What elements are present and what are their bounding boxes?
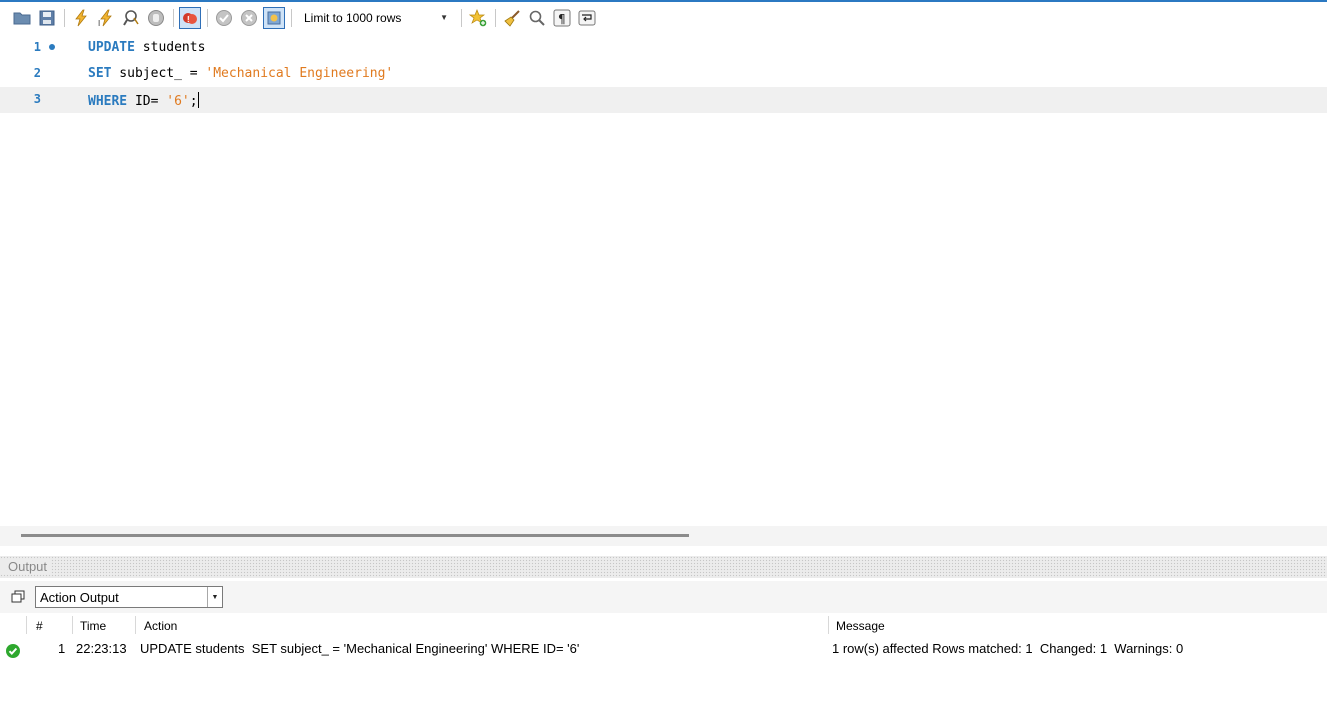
grid-header: # Time Action Message <box>0 614 1327 636</box>
column-divider <box>135 616 136 634</box>
output-type-select[interactable]: Action Output ▼ <box>35 586 223 608</box>
chevron-down-icon[interactable]: ▼ <box>207 587 222 607</box>
svg-text:I: I <box>98 19 100 27</box>
success-check-icon <box>6 644 20 658</box>
row-time: 22:23:13 <box>76 641 127 656</box>
copy-window-icon[interactable] <box>10 590 26 607</box>
beautify-broom-icon[interactable] <box>501 7 523 29</box>
column-divider <box>26 616 27 634</box>
row-message: 1 row(s) affected Rows matched: 1 Change… <box>832 641 1184 656</box>
sql-editor-toolbar: I ! Limit to 1000 rows ▼ ¶ <box>0 2 1327 33</box>
code-text: SET subject_ = 'Mechanical Engineering' <box>88 66 393 81</box>
toggle-stop-on-error-icon[interactable]: ! <box>179 6 201 29</box>
commit-icon[interactable] <box>213 7 235 29</box>
editor-line-current[interactable]: 3 WHERE ID= '6'; <box>0 87 1327 113</box>
toolbar-separator <box>207 8 208 27</box>
execute-current-lightning-icon[interactable]: I <box>95 7 117 29</box>
column-header-num[interactable]: # <box>36 619 43 633</box>
wrap-lines-icon[interactable] <box>576 7 598 29</box>
line-number: 3 <box>33 92 41 106</box>
svg-text:¶: ¶ <box>558 12 566 26</box>
toolbar-separator <box>461 8 462 27</box>
row-action: UPDATE students SET subject_ = 'Mechanic… <box>140 641 580 656</box>
line-number: 2 <box>33 66 41 80</box>
editor-line[interactable]: 2 SET subject_ = 'Mechanical Engineering… <box>0 61 1327 87</box>
code-text: UPDATE students <box>88 40 205 55</box>
sql-token: students <box>134 40 206 55</box>
limit-rows-select[interactable]: Limit to 1000 rows ▼ <box>299 8 454 28</box>
favorite-star-icon[interactable] <box>467 7 489 29</box>
column-header-time[interactable]: Time <box>80 619 106 633</box>
text-cursor <box>197 92 199 108</box>
stop-icon[interactable] <box>145 7 167 29</box>
sql-string: '6' <box>166 94 190 109</box>
output-panel-label: Output <box>0 559 52 574</box>
output-toolbar: Action Output ▼ <box>0 581 1327 613</box>
toolbar-separator <box>291 8 292 27</box>
column-divider <box>72 616 73 634</box>
column-header-action[interactable]: Action <box>144 619 177 633</box>
code-text: WHERE ID= '6'; <box>88 92 199 109</box>
sql-token: ID= <box>127 94 167 109</box>
editor-line[interactable]: 1 UPDATE students <box>0 35 1327 61</box>
action-output-grid: # Time Action Message 1 22:23:13 UPDATE … <box>0 614 1327 712</box>
explain-magnifier-icon[interactable] <box>120 7 142 29</box>
row-num: 1 <box>58 641 66 656</box>
table-row[interactable]: 1 22:23:13 UPDATE students SET subject_ … <box>0 638 1327 660</box>
find-icon[interactable] <box>526 7 548 29</box>
editor-horizontal-scrollbar[interactable] <box>0 526 1327 546</box>
toggle-autocommit-icon[interactable] <box>263 6 285 29</box>
save-icon[interactable] <box>36 7 58 29</box>
invisible-characters-icon[interactable]: ¶ <box>551 7 573 29</box>
sql-token: subject_ = <box>111 66 206 81</box>
svg-text:!: ! <box>187 15 190 24</box>
toolbar-separator <box>173 8 174 27</box>
execute-lightning-icon[interactable] <box>70 7 92 29</box>
column-divider <box>828 616 829 634</box>
open-folder-icon[interactable] <box>11 7 33 29</box>
toolbar-separator <box>64 8 65 27</box>
chevron-down-icon: ▼ <box>440 13 448 22</box>
statement-marker-icon <box>49 44 55 50</box>
sql-keyword: SET <box>88 66 112 81</box>
output-type-value: Action Output <box>40 590 119 605</box>
sql-token: ; <box>189 94 198 109</box>
line-number: 1 <box>33 40 41 54</box>
sql-editor[interactable]: 1 UPDATE students 2 SET subject_ = 'Mech… <box>0 35 1327 525</box>
sql-string: 'Mechanical Engineering' <box>205 66 394 81</box>
sql-keyword: UPDATE <box>88 40 135 55</box>
rollback-icon[interactable] <box>238 7 260 29</box>
column-header-message[interactable]: Message <box>836 619 885 633</box>
toolbar-separator <box>495 8 496 27</box>
sql-keyword: WHERE <box>88 94 128 109</box>
output-panel-header: Output <box>0 556 1327 578</box>
scrollbar-thumb[interactable] <box>21 534 689 537</box>
limit-rows-label: Limit to 1000 rows <box>304 10 402 25</box>
